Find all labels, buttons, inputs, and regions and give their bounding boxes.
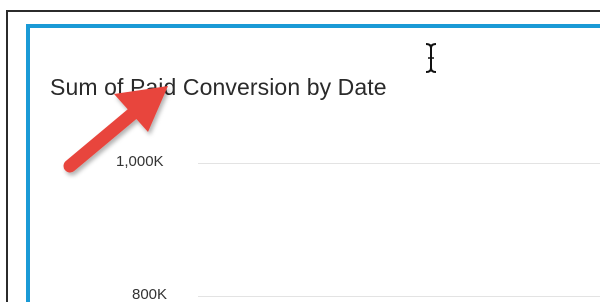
y-tick-label: 800K [132, 286, 168, 303]
red-arrow-icon [63, 86, 168, 173]
screenshot-frame: Sum of Paid Conversion by Date 1,000K 80… [0, 0, 600, 303]
gridline-1000k [198, 163, 600, 164]
gridline-800k [198, 296, 600, 297]
text-cursor-icon [425, 43, 437, 73]
